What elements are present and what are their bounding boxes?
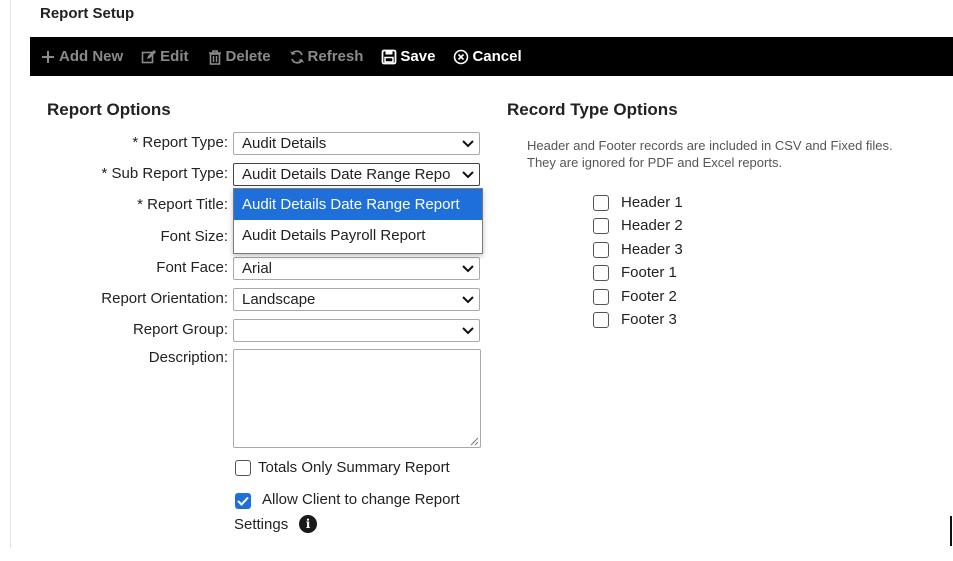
dropdown-option-payroll[interactable]: Audit Details Payroll Report bbox=[234, 220, 482, 251]
report-title-label-text: Report Title: bbox=[147, 196, 228, 213]
add-new-label: Add New bbox=[59, 48, 124, 65]
record-type-note: Header and Footer records are included i… bbox=[527, 137, 893, 171]
sub-report-type-label-text: Sub Report Type: bbox=[111, 165, 228, 182]
report-group-select[interactable] bbox=[233, 319, 480, 342]
sub-report-type-select[interactable]: Audit Details Date Range Repo bbox=[233, 163, 480, 186]
edit-button[interactable]: Edit bbox=[141, 48, 189, 65]
save-button[interactable]: Save bbox=[381, 48, 435, 65]
allow-client-label-line1: Allow Client to change Report bbox=[262, 491, 460, 508]
footer-3-label: Footer 3 bbox=[621, 311, 677, 328]
toolbar: Add New Edit Delete Refresh Save Cancel bbox=[30, 37, 953, 76]
page-title: Report Setup bbox=[40, 5, 135, 22]
refresh-button[interactable]: Refresh bbox=[289, 48, 364, 65]
totals-only-checkbox[interactable] bbox=[235, 460, 251, 476]
footer-1-label: Footer 1 bbox=[621, 264, 677, 281]
totals-only-label: Totals Only Summary Report bbox=[258, 459, 450, 476]
font-face-value: Arial bbox=[242, 260, 273, 277]
report-type-select[interactable]: Audit Details bbox=[233, 132, 480, 155]
header-2-checkbox[interactable] bbox=[593, 218, 609, 234]
report-type-value: Audit Details bbox=[242, 135, 327, 152]
chevron-down-icon bbox=[457, 164, 479, 185]
chevron-down-icon bbox=[457, 258, 479, 279]
chevron-down-icon bbox=[457, 289, 479, 310]
header-3-label: Header 3 bbox=[621, 241, 683, 258]
report-options-title: Report Options bbox=[47, 100, 171, 119]
header-1-checkbox[interactable] bbox=[593, 195, 609, 211]
plus-icon bbox=[40, 49, 56, 65]
font-size-label: Font Size: bbox=[160, 228, 228, 245]
required-marker: * bbox=[137, 196, 143, 213]
chevron-down-icon bbox=[457, 320, 479, 341]
required-marker: * bbox=[101, 165, 108, 182]
report-orientation-label: Report Orientation: bbox=[101, 290, 228, 307]
required-marker: * bbox=[132, 134, 139, 151]
header-2-label: Header 2 bbox=[621, 217, 683, 234]
record-type-options-title: Record Type Options bbox=[507, 100, 678, 119]
add-new-button[interactable]: Add New bbox=[40, 48, 123, 65]
allow-client-label-line2: Settings bbox=[234, 516, 289, 533]
sub-report-type-value: Audit Details Date Range Repo bbox=[242, 166, 451, 183]
sub-report-type-label: * Sub Report Type: bbox=[48, 165, 228, 182]
left-divider bbox=[10, 0, 11, 548]
footer-3-checkbox[interactable] bbox=[593, 312, 609, 328]
description-label: Description: bbox=[148, 349, 228, 366]
footer-2-label: Footer 2 bbox=[621, 288, 677, 305]
cancel-circle-icon bbox=[453, 49, 469, 65]
header-1-label: Header 1 bbox=[621, 194, 683, 211]
info-icon[interactable]: i bbox=[299, 515, 317, 533]
chevron-down-icon bbox=[457, 133, 479, 154]
text-cursor bbox=[950, 516, 952, 546]
save-icon bbox=[381, 49, 397, 65]
dropdown-option-date-range[interactable]: Audit Details Date Range Report bbox=[234, 189, 482, 220]
trash-icon bbox=[207, 49, 223, 65]
report-orientation-value: Landscape bbox=[242, 291, 316, 308]
refresh-label: Refresh bbox=[307, 48, 364, 65]
footer-2-checkbox[interactable] bbox=[593, 289, 609, 305]
checkmark-icon bbox=[237, 496, 249, 506]
allow-client-checkbox[interactable] bbox=[235, 493, 251, 509]
refresh-icon bbox=[289, 49, 305, 65]
edit-label: Edit bbox=[160, 48, 189, 65]
cancel-label: Cancel bbox=[472, 48, 522, 65]
report-type-label: * Report Type: bbox=[48, 134, 228, 151]
footer-1-checkbox[interactable] bbox=[593, 265, 609, 281]
resize-handle-icon[interactable] bbox=[469, 436, 479, 446]
report-orientation-select[interactable]: Landscape bbox=[233, 288, 480, 311]
font-face-label: Font Face: bbox=[156, 259, 228, 276]
description-textarea[interactable] bbox=[233, 349, 481, 448]
record-type-note-line1: Header and Footer records are included i… bbox=[527, 138, 893, 153]
report-title-label: * Report Title: bbox=[48, 196, 228, 213]
report-type-label-text: Report Type: bbox=[142, 134, 228, 151]
delete-label: Delete bbox=[225, 48, 271, 65]
sub-report-type-dropdown-list: Audit Details Date Range Report Audit De… bbox=[233, 188, 483, 254]
save-label: Save bbox=[400, 48, 436, 65]
edit-icon bbox=[141, 49, 157, 65]
font-face-select[interactable]: Arial bbox=[233, 257, 480, 280]
cancel-button[interactable]: Cancel bbox=[453, 48, 522, 65]
delete-button[interactable]: Delete bbox=[207, 48, 271, 65]
record-type-note-line2: They are ignored for PDF and Excel repor… bbox=[527, 155, 783, 170]
report-group-label: Report Group: bbox=[132, 321, 228, 338]
header-3-checkbox[interactable] bbox=[593, 242, 609, 258]
